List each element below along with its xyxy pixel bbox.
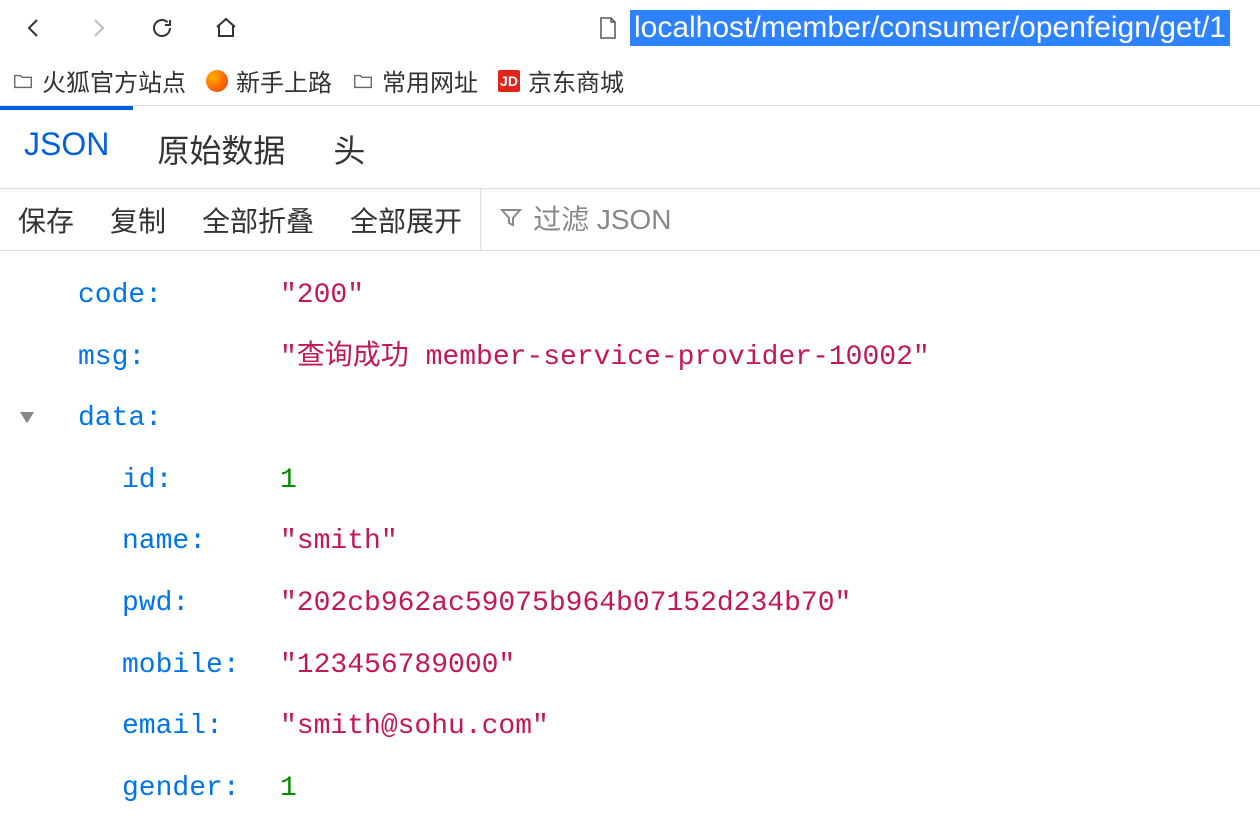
jd-icon: JD [498,70,520,92]
json-key: gender: [44,758,280,820]
expand-arrow-icon [10,635,44,697]
bookmarks-bar: 火狐官方站点 新手上路 常用网址 JD 京东商城 [0,56,1260,106]
url-text[interactable]: localhost/member/consumer/openfeign/get/… [630,10,1230,46]
json-row[interactable]: msg:"查询成功 member-service-provider-10002" [10,327,1260,389]
json-value: "smith" [280,511,398,573]
bookmark-firefox-official[interactable]: 火狐官方站点 [12,63,186,98]
page-icon [598,16,618,40]
folder-icon [352,70,374,92]
json-value: "202cb962ac59075b964b07152d234b70" [280,573,851,635]
json-value: "123456789000" [280,635,515,697]
nav-icons-group [20,14,240,42]
expand-all-button[interactable]: 全部展开 [332,189,480,250]
bookmark-getting-started[interactable]: 新手上路 [206,63,332,98]
json-key: id: [44,450,280,512]
expand-arrow-icon [10,511,44,573]
forward-button[interactable] [84,14,112,42]
expand-arrow-icon [10,265,44,327]
filter-icon [499,205,523,234]
action-bar: 保存 复制 全部折叠 全部展开 [0,189,1260,251]
json-key: email: [44,696,280,758]
bookmark-jd-mall[interactable]: JD 京东商城 [498,63,624,98]
bookmark-label: 常用网址 [382,63,478,98]
json-value: "smith@sohu.com" [280,696,549,758]
folder-icon [12,70,34,92]
bookmark-label: 新手上路 [236,63,332,98]
copy-button[interactable]: 复制 [92,189,184,250]
json-value: "查询成功 member-service-provider-10002" [280,327,930,389]
json-key: name: [44,511,280,573]
expand-arrow-icon [10,573,44,635]
json-row[interactable]: mobile:"123456789000" [10,635,1260,697]
json-row[interactable]: data: [10,388,1260,450]
reload-button[interactable] [148,14,176,42]
url-bar[interactable]: localhost/member/consumer/openfeign/get/… [588,6,1240,50]
view-tabs: JSON 原始数据 头 [0,106,1260,189]
json-key: msg: [44,327,280,389]
back-button[interactable] [20,14,48,42]
bookmark-common-urls[interactable]: 常用网址 [352,63,478,98]
tab-raw-data[interactable]: 原始数据 [133,106,309,188]
json-key: pwd: [44,573,280,635]
expand-arrow-icon [10,758,44,820]
home-button[interactable] [212,14,240,42]
json-viewer: code:"200"msg:"查询成功 member-service-provi… [0,251,1260,833]
expand-arrow-icon [10,696,44,758]
firefox-icon [206,70,228,92]
tab-json[interactable]: JSON [0,106,133,188]
json-row[interactable]: name:"smith" [10,511,1260,573]
json-row[interactable]: email:"smith@sohu.com" [10,696,1260,758]
json-value: 1 [280,758,297,820]
filter-box [480,189,771,250]
bookmark-label: 京东商城 [528,63,624,98]
json-value: "200" [280,265,364,327]
tab-headers[interactable]: 头 [309,106,389,188]
filter-input[interactable] [533,204,753,236]
json-key: mobile: [44,635,280,697]
expand-arrow-icon [10,327,44,389]
json-key: data: [44,388,280,450]
save-button[interactable]: 保存 [0,189,92,250]
collapse-all-button[interactable]: 全部折叠 [184,189,332,250]
expand-arrow-icon [10,450,44,512]
json-key: code: [44,265,280,327]
json-row[interactable]: gender:1 [10,758,1260,820]
json-row[interactable]: code:"200" [10,265,1260,327]
json-value: 1 [280,450,297,512]
bookmark-label: 火狐官方站点 [42,63,186,98]
json-row[interactable]: id:1 [10,450,1260,512]
json-row[interactable]: pwd:"202cb962ac59075b964b07152d234b70" [10,573,1260,635]
browser-nav-toolbar: localhost/member/consumer/openfeign/get/… [0,0,1260,56]
expand-arrow-icon[interactable] [10,388,44,450]
